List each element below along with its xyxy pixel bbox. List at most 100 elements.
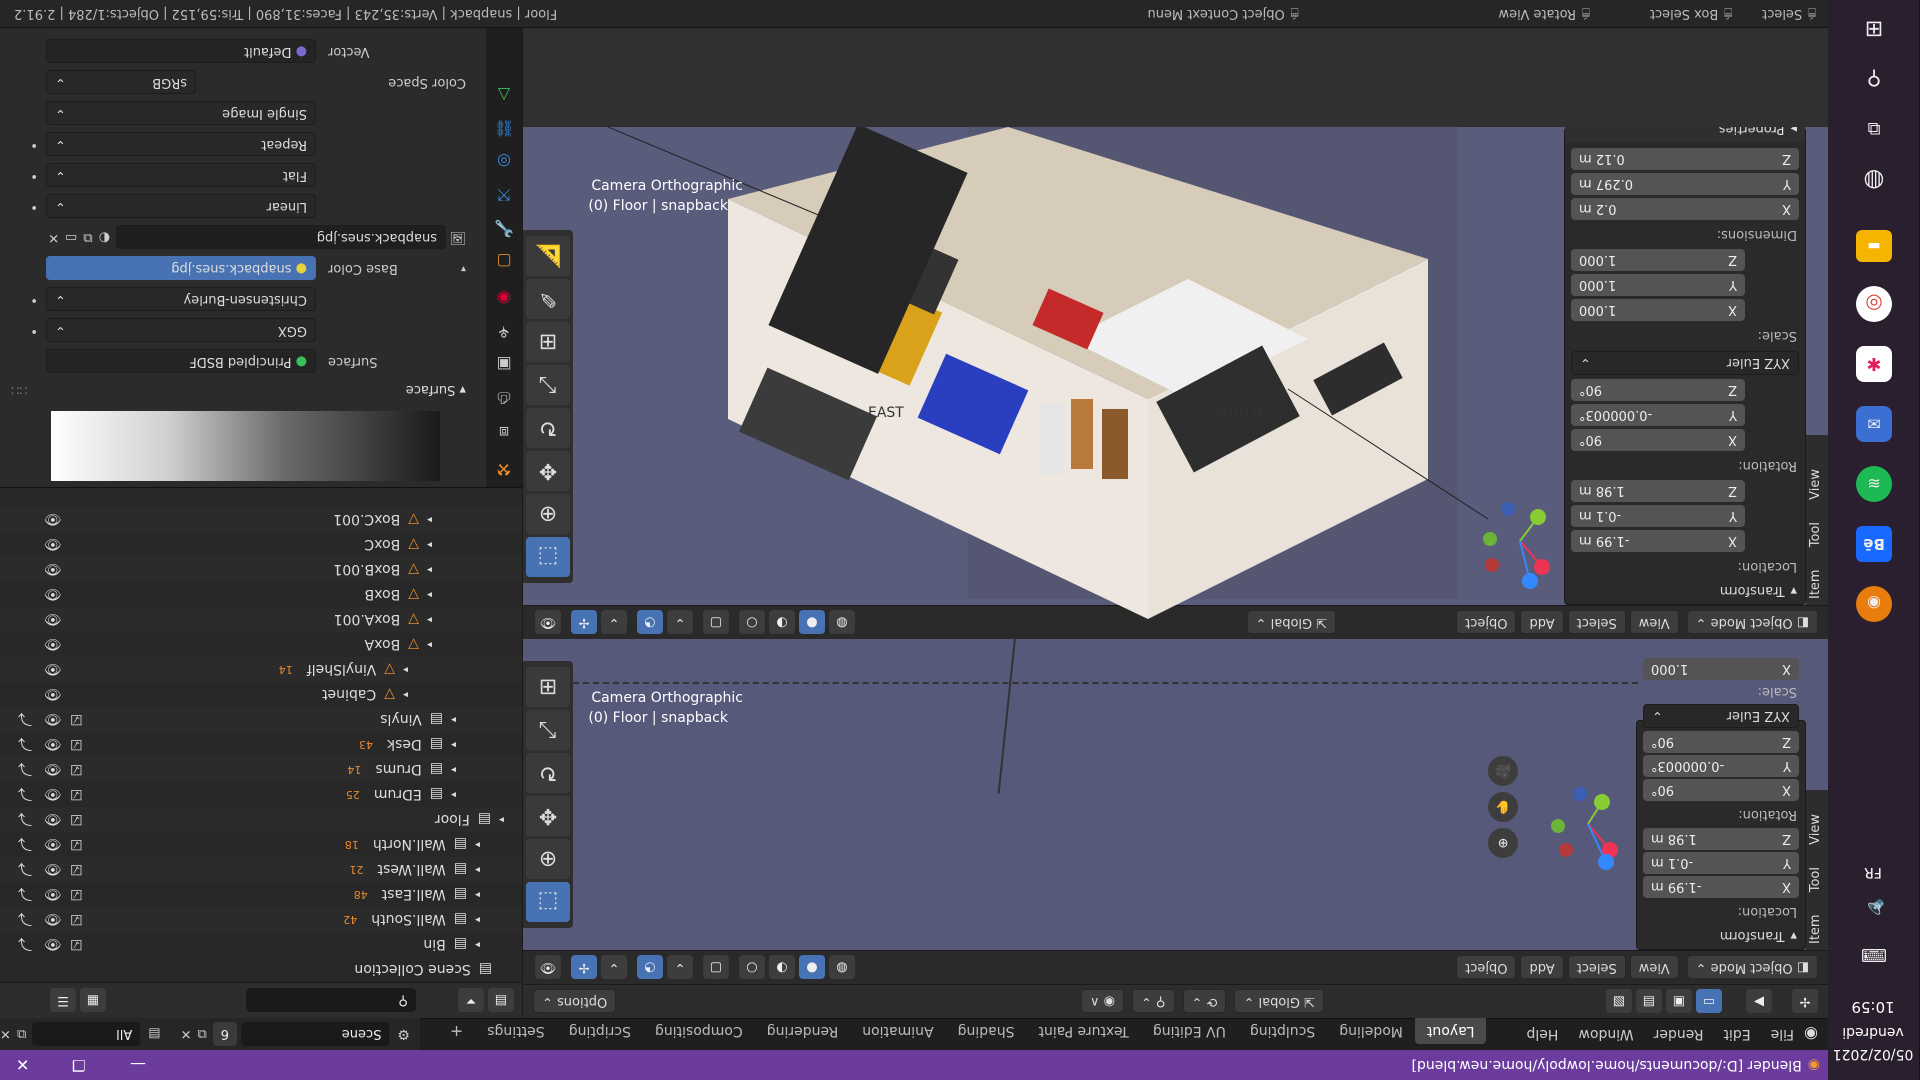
object-tab-icon[interactable]: ▢ bbox=[486, 252, 522, 271]
tab-texture-paint[interactable]: Texture Paint bbox=[1026, 1019, 1140, 1045]
scale-y-field-top[interactable]: Y 1.000 bbox=[1571, 274, 1745, 296]
visibility-eye-icon[interactable]: 👁 bbox=[44, 887, 62, 903]
outliner-row[interactable]: ▸ ▽ BoxB.001 👁 bbox=[0, 557, 522, 582]
image-duplicate-icon[interactable]: ⧉ bbox=[83, 230, 92, 245]
tool-settings-icon[interactable]: ✢ bbox=[1792, 989, 1818, 1014]
chrome-icon[interactable]: ◎ bbox=[1856, 286, 1892, 322]
exclude-checkbox[interactable]: ☑ bbox=[70, 887, 83, 903]
rotation-y-field-bottom[interactable]: Y -0.000003° bbox=[1643, 755, 1799, 777]
options-button[interactable]: Options ⌄ bbox=[533, 989, 617, 1014]
scale-z-field-top[interactable]: Z 1.000 bbox=[1571, 249, 1745, 271]
select-box-tool-icon[interactable]: ⬚ bbox=[526, 882, 570, 922]
expand-arrow-icon[interactable]: ▸ bbox=[427, 589, 432, 600]
scale-top-icon[interactable]: ⤡ bbox=[526, 365, 570, 405]
outliner-search-input[interactable]: ⚲ bbox=[246, 988, 416, 1013]
expand-arrow-icon[interactable]: ▸ bbox=[451, 714, 456, 725]
tab-view-bottom[interactable]: View bbox=[1808, 814, 1823, 845]
render-toggle-icon[interactable]: ⤵ bbox=[18, 785, 32, 805]
spotify-icon[interactable]: ≋ bbox=[1856, 466, 1892, 502]
expand-arrow-icon[interactable]: ▸ bbox=[475, 839, 480, 850]
view-layer-copy-icon[interactable]: ⧉ bbox=[17, 1027, 26, 1042]
location-y-field-bottom[interactable]: Y -0.1 m bbox=[1643, 852, 1799, 874]
image-name-field[interactable]: snapback.snes.jpg bbox=[116, 225, 446, 250]
tool-tab-icon[interactable]: ⚒ bbox=[486, 460, 522, 479]
tab-view-top[interactable]: View bbox=[1808, 469, 1823, 500]
visibility-eye-icon[interactable]: 👁 bbox=[44, 912, 62, 928]
slack-icon[interactable]: ✱ bbox=[1856, 346, 1892, 382]
outliner-row[interactable]: ▸ ▤ EDrum 25 👁 ☑ ⤵ bbox=[0, 782, 522, 807]
scale-x-field-bottom[interactable]: X 1.000 bbox=[1643, 658, 1799, 680]
tab-tool-top[interactable]: Tool bbox=[1808, 522, 1823, 547]
outliner-row[interactable]: ▸ ▽ VinylShelf 14 👁 bbox=[0, 657, 522, 682]
constraints-tab-icon[interactable]: ⛓ bbox=[486, 119, 522, 138]
outliner-row[interactable]: ▸ ▤ Bin 👁 ☑ ⤵ bbox=[0, 932, 522, 957]
outliner-editor-type-icon[interactable]: ☰ bbox=[50, 988, 76, 1013]
image-browse-icon[interactable]: ◐ bbox=[99, 230, 110, 245]
tab-sculpting[interactable]: Sculpting bbox=[1238, 1019, 1327, 1045]
scale-x-field-top[interactable]: X 1.000 bbox=[1571, 299, 1745, 321]
visibility-eye-icon[interactable]: 👁 bbox=[44, 862, 62, 878]
pan-hand-icon[interactable]: ✋ bbox=[1488, 792, 1518, 822]
taskview-icon[interactable]: ⧉ bbox=[1853, 108, 1895, 150]
menu-select-bottom[interactable]: Select bbox=[1567, 955, 1626, 980]
rotation-z-field-bottom[interactable]: Z 90° bbox=[1643, 731, 1799, 753]
visibility-eye-icon[interactable]: 👁 bbox=[44, 687, 62, 703]
outliner-row[interactable]: ▸ ▽ BoxC.001 👁 bbox=[0, 507, 522, 532]
annotate-top-icon[interactable]: ✎ bbox=[526, 279, 570, 319]
viewport-top[interactable]: ◧ Object Mode ⌄ View Select Add Object ⇲… bbox=[523, 127, 1828, 639]
expand-arrow-icon[interactable]: ▸ bbox=[427, 564, 432, 575]
move-tool-icon[interactable]: ✥ bbox=[526, 796, 570, 836]
view-layer-tab-icon[interactable]: ▣ bbox=[486, 355, 522, 374]
select-intersect-icon[interactable]: ▧ bbox=[1606, 989, 1632, 1014]
tab-tool-bottom[interactable]: Tool bbox=[1808, 867, 1823, 892]
scale-tool-icon[interactable]: ⤡ bbox=[526, 710, 570, 750]
expand-arrow-icon[interactable]: ▸ bbox=[475, 914, 480, 925]
dimension-x-field[interactable]: X 0.2 m bbox=[1571, 198, 1799, 220]
location-z-field-bottom[interactable]: Z 1.98 m bbox=[1643, 828, 1799, 850]
scene-number[interactable]: 6 bbox=[212, 1022, 237, 1046]
tab-compositing[interactable]: Compositing bbox=[643, 1019, 755, 1045]
menu-render[interactable]: Render bbox=[1644, 1020, 1714, 1050]
interpolation-dropdown[interactable]: Linear ⌄ bbox=[46, 194, 316, 219]
location-x-field-bottom[interactable]: X -1.99 m bbox=[1643, 876, 1799, 898]
material-shading-icon[interactable]: ◑ bbox=[769, 955, 795, 980]
scene-copy-icon[interactable]: ⧉ bbox=[197, 1027, 206, 1042]
select-box-top-icon[interactable]: ⬚ bbox=[526, 537, 570, 577]
tab-uv-editing[interactable]: UV Editing bbox=[1141, 1019, 1238, 1045]
subsurface-method-dropdown[interactable]: Christensen-Burley ⌄ bbox=[46, 287, 316, 312]
surface-shader-field[interactable]: ● Principled BSDF bbox=[46, 349, 316, 374]
select-extend-icon[interactable]: ▣ bbox=[1666, 989, 1692, 1014]
expand-arrow-icon[interactable]: ▸ bbox=[451, 789, 456, 800]
blender-icon[interactable]: ◉ bbox=[1856, 586, 1892, 622]
render-toggle-icon[interactable]: ⤵ bbox=[18, 835, 32, 855]
visibility-eye-icon[interactable]: 👁 bbox=[44, 512, 62, 528]
render-toggle-icon[interactable]: ⤵ bbox=[18, 935, 32, 955]
render-toggle-icon[interactable]: ⤵ bbox=[18, 710, 32, 730]
outliner-row[interactable]: ▸ ▤ Drums 14 👁 ☑ ⤵ bbox=[0, 757, 522, 782]
exclude-checkbox[interactable]: ☑ bbox=[70, 937, 83, 953]
expand-arrow-icon[interactable]: ▸ bbox=[427, 514, 432, 525]
menu-select-top[interactable]: Select bbox=[1567, 610, 1626, 635]
collapse-icon[interactable]: ▾ bbox=[446, 263, 466, 274]
gizmo-dropdown-icon[interactable]: ⌄ bbox=[601, 955, 627, 980]
render-toggle-icon[interactable]: ⤵ bbox=[18, 760, 32, 780]
menu-view-top[interactable]: View bbox=[1629, 610, 1679, 635]
expand-arrow-icon[interactable]: ▸ bbox=[427, 639, 432, 650]
viewport-bottom[interactable]: ◧ Object Mode ⌄ View Select Add Object ◍… bbox=[523, 639, 1828, 984]
menu-window[interactable]: Window bbox=[1568, 1020, 1643, 1050]
scene-tab-icon[interactable]: ⚘ bbox=[486, 322, 522, 341]
menu-view-bottom[interactable]: View bbox=[1629, 955, 1679, 980]
expand-arrow-icon[interactable]: ▸ bbox=[427, 539, 432, 550]
wireframe-shading-icon[interactable]: ◍ bbox=[829, 955, 855, 980]
outliner-row[interactable]: ▸ ▤ Wall.South 42 👁 ☑ ⤵ bbox=[0, 907, 522, 932]
menu-add-top[interactable]: Add bbox=[1520, 610, 1564, 635]
tab-settings[interactable]: Settings bbox=[475, 1019, 556, 1045]
measure-top-icon[interactable]: 📐 bbox=[526, 236, 570, 276]
outliner-filter-icon[interactable]: ⏷ bbox=[458, 988, 484, 1013]
menu-file[interactable]: File bbox=[1761, 1020, 1804, 1050]
render-toggle-icon[interactable]: ⤵ bbox=[18, 885, 32, 905]
outliner-row[interactable]: ▸ ▽ BoxB 👁 bbox=[0, 582, 522, 607]
world-tab-icon[interactable]: ◉ bbox=[486, 289, 522, 308]
visibility-eye-icon[interactable]: 👁 bbox=[44, 712, 62, 728]
expand-arrow-icon[interactable]: ▸ bbox=[403, 689, 408, 700]
